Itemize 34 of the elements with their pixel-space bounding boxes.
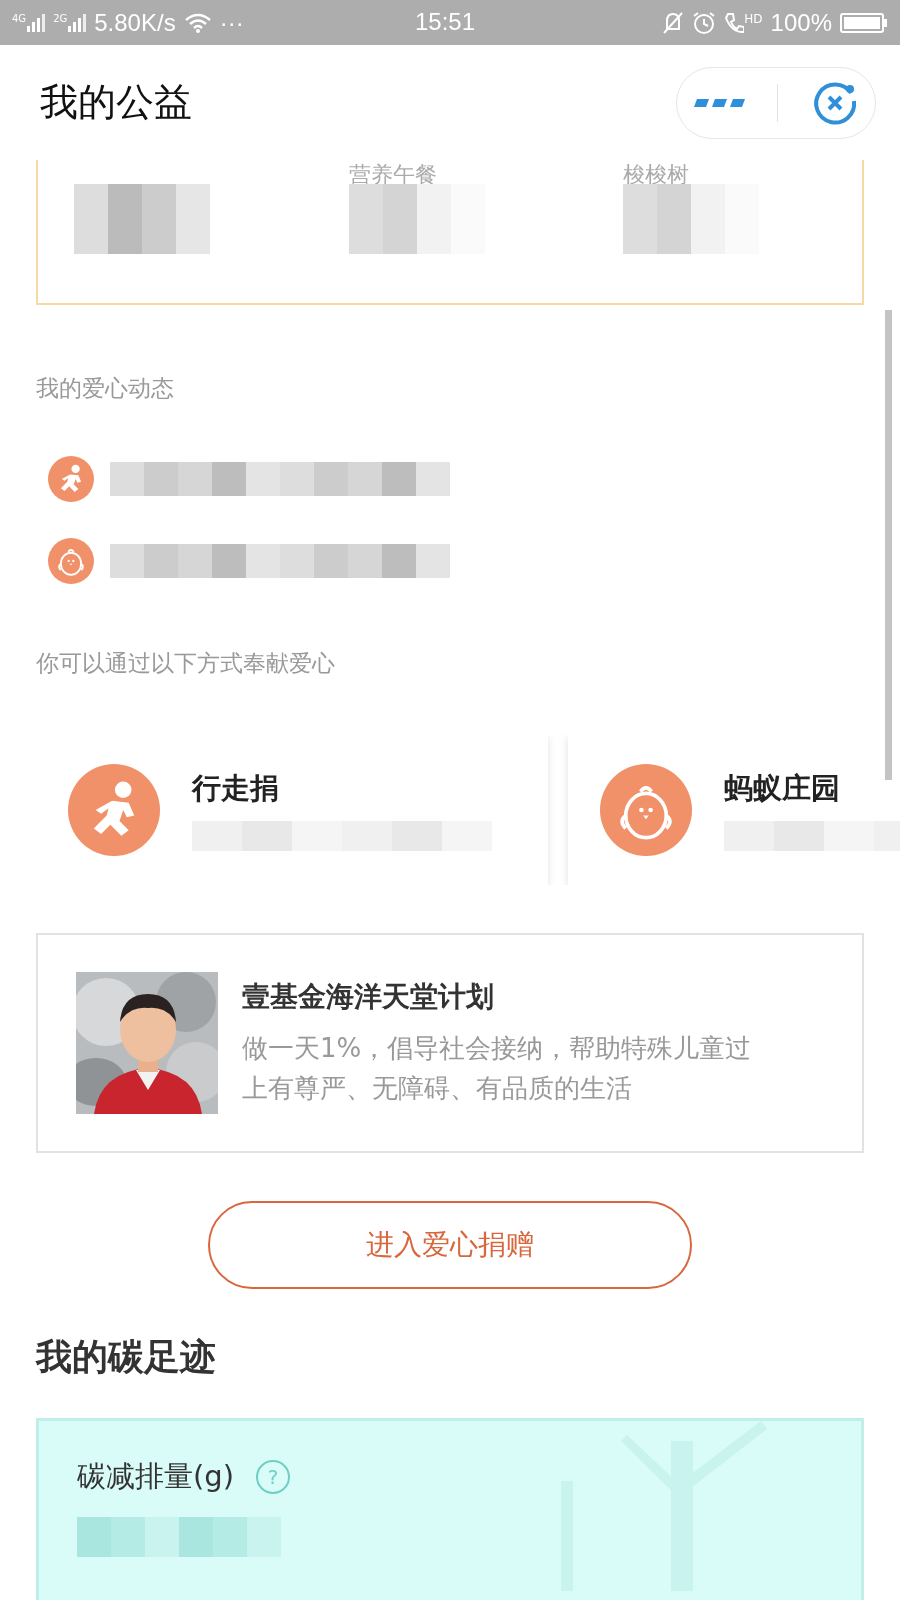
more-icon [693,96,746,109]
chick-icon [48,538,94,584]
donate-button[interactable]: 进入爱心捐赠 [208,1201,692,1289]
signal-icon [27,13,46,32]
item-label: 梭梭树 [623,161,691,184]
item-label: 营养午餐 [348,161,438,184]
phone-icon [724,11,745,34]
feature-card[interactable]: 蚂蚁庄园 [568,735,900,885]
muted-bell-icon [662,10,685,35]
clock-time: 15:51 [415,8,476,36]
chick-icon [600,764,692,856]
network-label: 2G [53,13,68,24]
battery-icon [840,11,888,34]
project-description: 做一天1%，倡导社会接纳，帮助特殊儿童过上有尊严、无障碍、有品质的生活 [242,1032,752,1105]
signal-icon [68,13,87,32]
network-speed: 5.80K/s [94,8,176,37]
section-heading: 你可以通过以下方式奉献爱心 [36,649,336,678]
project-card[interactable]: 壹基金海洋天堂计划 做一天1%，倡导社会接纳，帮助特殊儿童过上有尊严、无障碍、有品质的生活 [36,933,864,1153]
card-title: 蚂蚁庄园 [724,770,841,807]
more-icon: ··· [219,8,244,37]
battery-percent: 100% [770,8,832,37]
section-title: 我的碳足迹 [36,1335,217,1379]
alarm-icon [692,10,717,35]
project-title: 壹基金海洋天堂计划 [242,979,495,1015]
runner-icon [48,456,94,502]
runner-icon [68,764,160,856]
hd-label: HD [744,11,763,26]
card-title: 行走捐 [192,770,280,807]
network-label: 4G [12,13,27,24]
page-title: 我的公益 [40,79,192,126]
metric-label: 碳减排量(g) [77,1458,235,1495]
feature-card[interactable]: 行走捐 [36,735,548,885]
wifi-icon [183,11,212,34]
section-heading: 我的爱心动态 [36,374,175,403]
